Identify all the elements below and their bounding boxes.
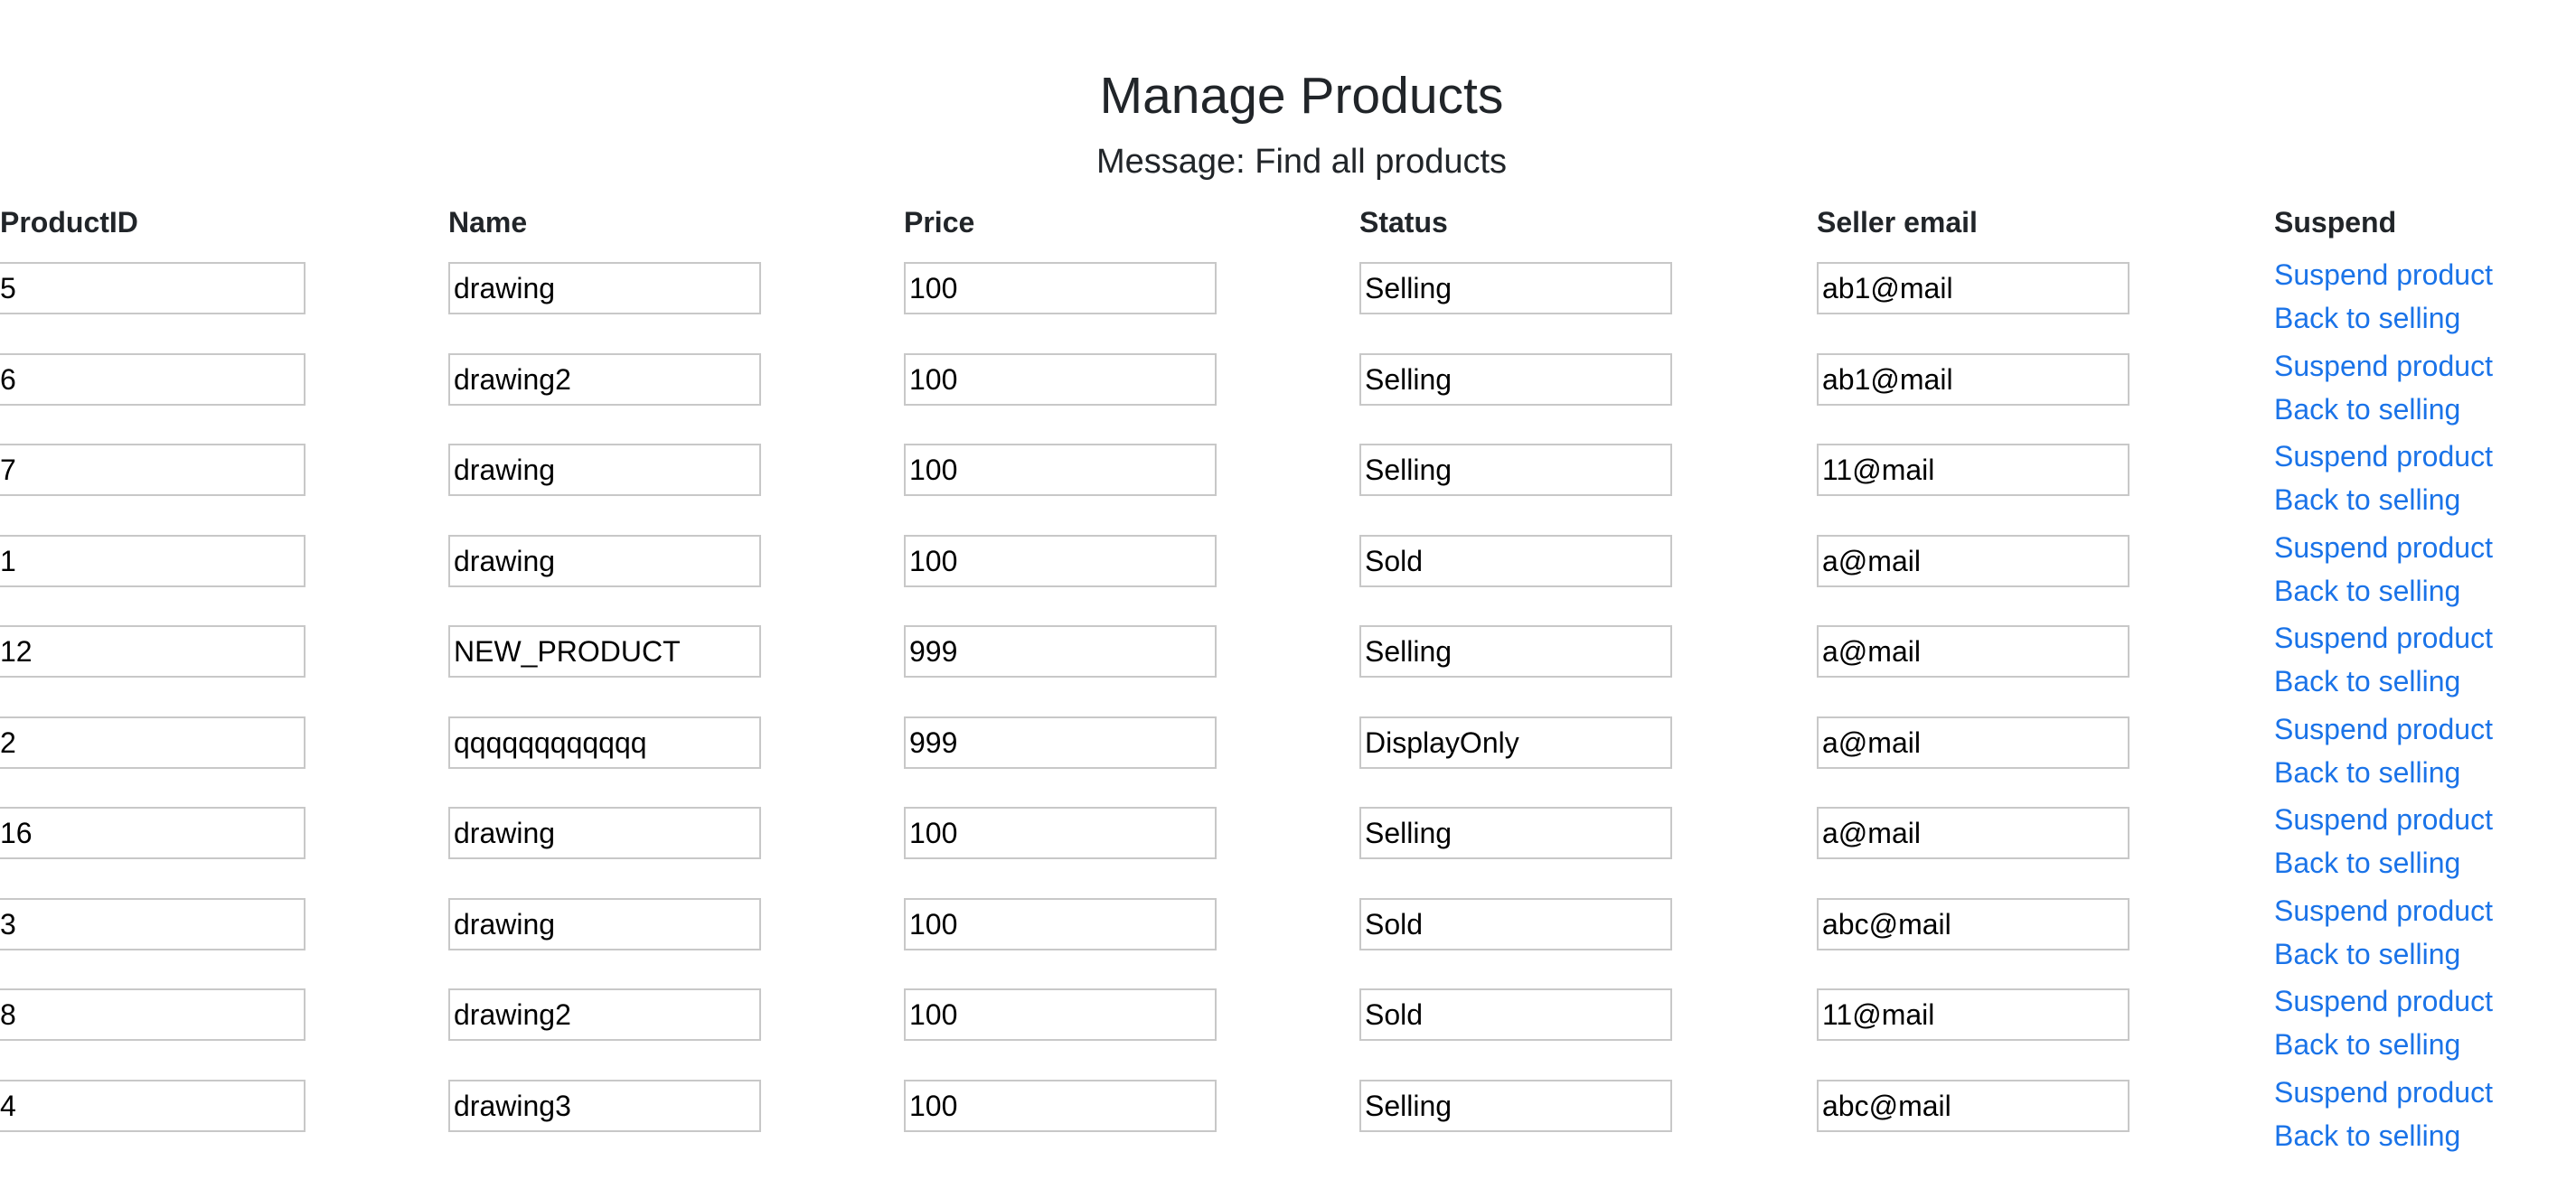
- table-row: 2 qqqqqqqqqqqq 999 DisplayOnly a@mail Suspend…: [0, 713, 2576, 807]
- page-message: Message: Find all products: [1095, 143, 1508, 181]
- product-id-field[interactable]: 7: [0, 444, 306, 496]
- back-to-selling-link[interactable]: Back to selling: [2274, 753, 2460, 792]
- seller-email-field[interactable]: 11@mail: [1817, 444, 2129, 496]
- name-field[interactable]: drawing: [448, 262, 761, 314]
- status-field[interactable]: Selling: [1359, 1080, 1672, 1132]
- header-seller-email: Seller email: [1817, 206, 1978, 239]
- page-title: Manage Products: [1099, 67, 1504, 125]
- product-id-field[interactable]: 4: [0, 1080, 306, 1132]
- back-to-selling-link[interactable]: Back to selling: [2274, 480, 2460, 520]
- status-field[interactable]: DisplayOnly: [1359, 716, 1672, 769]
- back-to-selling-link[interactable]: Back to selling: [2274, 389, 2460, 429]
- suspend-product-link[interactable]: Suspend product: [2274, 618, 2493, 658]
- product-id-field[interactable]: 8: [0, 988, 306, 1041]
- table-row: 16 drawing 100 Selling a@mail Suspend product…: [0, 803, 2576, 897]
- name-field[interactable]: qqqqqqqqqqqq: [448, 716, 761, 769]
- header-name: Name: [448, 206, 528, 239]
- product-id-field[interactable]: 12: [0, 625, 306, 678]
- seller-email-field[interactable]: abc@mail: [1817, 898, 2129, 950]
- price-field[interactable]: 999: [904, 716, 1217, 769]
- table-row: 7 drawing 100 Selling 11@mail Suspend product…: [0, 440, 2576, 534]
- table-row: 12 NEW_PRODUCT 999 Selling a@mail Suspend pro…: [0, 622, 2576, 716]
- suspend-product-link[interactable]: Suspend product: [2274, 436, 2493, 476]
- header-status: Status: [1359, 206, 1448, 239]
- status-field[interactable]: Selling: [1359, 625, 1672, 678]
- name-field[interactable]: drawing: [448, 444, 761, 496]
- price-field[interactable]: 999: [904, 625, 1217, 678]
- name-field[interactable]: drawing: [448, 898, 761, 950]
- name-field[interactable]: drawing3: [448, 1080, 761, 1132]
- suspend-product-link[interactable]: Suspend product: [2274, 528, 2493, 567]
- suspend-product-link[interactable]: Suspend product: [2274, 255, 2493, 295]
- price-field[interactable]: 100: [904, 353, 1217, 406]
- table-row: 6 drawing2 100 Selling ab1@mail Suspend produ…: [0, 350, 2576, 444]
- suspend-product-link[interactable]: Suspend product: [2274, 709, 2493, 749]
- product-id-field[interactable]: 16: [0, 807, 306, 859]
- price-field[interactable]: 100: [904, 262, 1217, 314]
- suspend-product-link[interactable]: Suspend product: [2274, 800, 2493, 839]
- table-row: 1 drawing 100 Sold a@mail Suspend product Back…: [0, 531, 2576, 625]
- seller-email-field[interactable]: a@mail: [1817, 807, 2129, 859]
- status-field[interactable]: Sold: [1359, 988, 1672, 1041]
- header-price: Price: [904, 206, 975, 239]
- name-field[interactable]: drawing: [448, 535, 761, 587]
- back-to-selling-link[interactable]: Back to selling: [2274, 571, 2460, 611]
- seller-email-field[interactable]: ab1@mail: [1817, 353, 2129, 406]
- suspend-product-link[interactable]: Suspend product: [2274, 891, 2493, 931]
- seller-email-field[interactable]: a@mail: [1817, 535, 2129, 587]
- back-to-selling-link[interactable]: Back to selling: [2274, 1025, 2460, 1064]
- back-to-selling-link[interactable]: Back to selling: [2274, 843, 2460, 883]
- status-field[interactable]: Selling: [1359, 262, 1672, 314]
- name-field[interactable]: drawing2: [448, 353, 761, 406]
- seller-email-field[interactable]: a@mail: [1817, 716, 2129, 769]
- suspend-product-link[interactable]: Suspend product: [2274, 981, 2493, 1021]
- table-row: 5 drawing 100 Selling ab1@mail Suspend produc…: [0, 258, 2576, 352]
- price-field[interactable]: 100: [904, 444, 1217, 496]
- name-field[interactable]: drawing: [448, 807, 761, 859]
- header-suspend: Suspend: [2274, 206, 2397, 239]
- product-id-field[interactable]: 6: [0, 353, 306, 406]
- back-to-selling-link[interactable]: Back to selling: [2274, 661, 2460, 701]
- product-id-field[interactable]: 3: [0, 898, 306, 950]
- back-to-selling-link[interactable]: Back to selling: [2274, 934, 2460, 974]
- product-id-field[interactable]: 1: [0, 535, 306, 587]
- name-field[interactable]: NEW_PRODUCT: [448, 625, 761, 678]
- product-id-field[interactable]: 2: [0, 716, 306, 769]
- status-field[interactable]: Sold: [1359, 535, 1672, 587]
- table-row: 4 drawing3 100 Selling abc@mail Suspend produ…: [0, 1076, 2576, 1170]
- suspend-product-link[interactable]: Suspend product: [2274, 346, 2493, 386]
- price-field[interactable]: 100: [904, 988, 1217, 1041]
- price-field[interactable]: 100: [904, 898, 1217, 950]
- suspend-product-link[interactable]: Suspend product: [2274, 1072, 2493, 1112]
- status-field[interactable]: Selling: [1359, 444, 1672, 496]
- seller-email-field[interactable]: ab1@mail: [1817, 262, 2129, 314]
- seller-email-field[interactable]: a@mail: [1817, 625, 2129, 678]
- table-row: 8 drawing2 100 Sold 11@mail Suspend product Ba…: [0, 985, 2576, 1079]
- price-field[interactable]: 100: [904, 535, 1217, 587]
- status-field[interactable]: Selling: [1359, 353, 1672, 406]
- seller-email-field[interactable]: 11@mail: [1817, 988, 2129, 1041]
- price-field[interactable]: 100: [904, 807, 1217, 859]
- status-field[interactable]: Sold: [1359, 898, 1672, 950]
- table-row: 3 drawing 100 Sold abc@mail Suspend product Ba…: [0, 894, 2576, 988]
- back-to-selling-link[interactable]: Back to selling: [2274, 1116, 2460, 1156]
- price-field[interactable]: 100: [904, 1080, 1217, 1132]
- name-field[interactable]: drawing2: [448, 988, 761, 1041]
- seller-email-field[interactable]: abc@mail: [1817, 1080, 2129, 1132]
- status-field[interactable]: Selling: [1359, 807, 1672, 859]
- header-product-id: ProductID: [0, 206, 138, 239]
- product-id-field[interactable]: 5: [0, 262, 306, 314]
- back-to-selling-link[interactable]: Back to selling: [2274, 298, 2460, 338]
